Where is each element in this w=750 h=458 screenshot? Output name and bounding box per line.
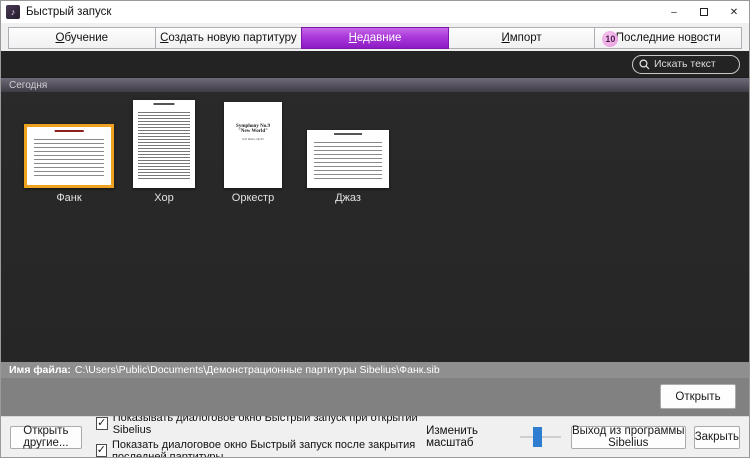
funk-thumbnail[interactable]: [24, 124, 114, 188]
startup-options: ✓ Показывать диалоговое окно Быстрый зап…: [96, 412, 426, 458]
list-item-funk[interactable]: Фанк: [21, 98, 117, 204]
show-after-close-option[interactable]: ✓ Показать диалоговое окно Быстрый запус…: [96, 439, 426, 458]
open-others-button[interactable]: Открыть другие...: [10, 426, 82, 449]
window-title: Быстрый запуск: [26, 6, 111, 18]
choir-thumbnail[interactable]: [133, 100, 195, 188]
tab-latest-news[interactable]: 10 Последние новости: [594, 27, 742, 49]
open-button[interactable]: Открыть: [660, 384, 736, 409]
zoom-slider-handle[interactable]: [533, 427, 542, 447]
score-staff-decor: [34, 139, 105, 177]
minimize-button[interactable]: –: [659, 1, 689, 23]
orchestra-thumbnail[interactable]: Symphony No.9 "New World" in E minor, Op…: [224, 102, 282, 188]
quick-start-dialog: ♪ Быстрый запуск – ✕ Обучение Создать но…: [0, 0, 750, 458]
recent-files-list: Фанк Хор Symphony No.9 "New World" in E …: [1, 92, 749, 204]
checkbox-checked-icon[interactable]: ✓: [96, 417, 108, 430]
search-icon: [639, 59, 650, 70]
search-row: [1, 51, 749, 77]
close-dialog-button[interactable]: Закрыть: [694, 426, 740, 449]
zoom-label: Изменить масштаб: [426, 425, 512, 449]
thumbnail-label: Хор: [154, 192, 173, 204]
zoom-slider[interactable]: [520, 427, 560, 447]
minimize-icon: –: [671, 7, 677, 18]
bottom-bar: Открыть другие... ✓ Показывать диалогово…: [1, 416, 749, 457]
checkbox-label: Показать диалоговое окно Быстрый запуск …: [112, 439, 426, 458]
jazz-thumbnail[interactable]: [307, 130, 389, 188]
section-header-today: Сегодня: [1, 77, 749, 92]
list-item-orchestra[interactable]: Symphony No.9 "New World" in E minor, Op…: [211, 98, 295, 204]
score-title-decor: [153, 103, 174, 105]
maximize-icon: [700, 8, 708, 16]
maximize-button[interactable]: [689, 1, 719, 23]
thumbnail-label: Оркестр: [232, 192, 274, 204]
open-row: Открыть: [1, 378, 749, 416]
score-title-decor: [55, 130, 84, 132]
score-staff-decor: [314, 142, 383, 180]
search-box[interactable]: [632, 55, 740, 74]
list-item-choir[interactable]: Хор: [121, 98, 207, 204]
score-title-decor: [334, 133, 362, 135]
tab-bar: Обучение Создать новую партитуру Недавни…: [1, 23, 749, 51]
thumbnail-label: Джаз: [335, 192, 361, 204]
score-title-page: Symphony No.9 "New World" in E minor, Op…: [224, 124, 282, 141]
titlebar: ♪ Быстрый запуск – ✕: [1, 1, 749, 23]
zoom-control: Изменить масштаб Выход из программы Sibe…: [426, 425, 740, 449]
filename-path: C:\Users\Public\Documents\Демонстрационн…: [75, 364, 440, 376]
recent-scores-panel: Сегодня Фанк Хор Sympho: [1, 51, 749, 378]
filename-label: Имя файла:: [9, 364, 71, 376]
news-count-badge: 10: [602, 31, 618, 47]
tab-import[interactable]: Импорт: [448, 27, 596, 49]
tab-recent[interactable]: Недавние: [301, 27, 449, 49]
score-staff-decor: [138, 112, 190, 180]
sibelius-app-icon: ♪: [6, 5, 20, 19]
quit-sibelius-button[interactable]: Выход из программы Sibelius: [571, 426, 686, 449]
filename-bar: Имя файла: C:\Users\Public\Documents\Дем…: [1, 362, 749, 378]
checkbox-checked-icon[interactable]: ✓: [96, 444, 107, 457]
thumbnail-label: Фанк: [56, 192, 81, 204]
empty-area: [1, 204, 749, 362]
search-input[interactable]: [654, 58, 733, 70]
tab-new-score[interactable]: Создать новую партитуру: [155, 27, 303, 49]
close-icon: ✕: [730, 7, 738, 18]
list-item-jazz[interactable]: Джаз: [299, 98, 397, 204]
tab-learn[interactable]: Обучение: [8, 27, 156, 49]
close-button[interactable]: ✕: [719, 1, 749, 23]
